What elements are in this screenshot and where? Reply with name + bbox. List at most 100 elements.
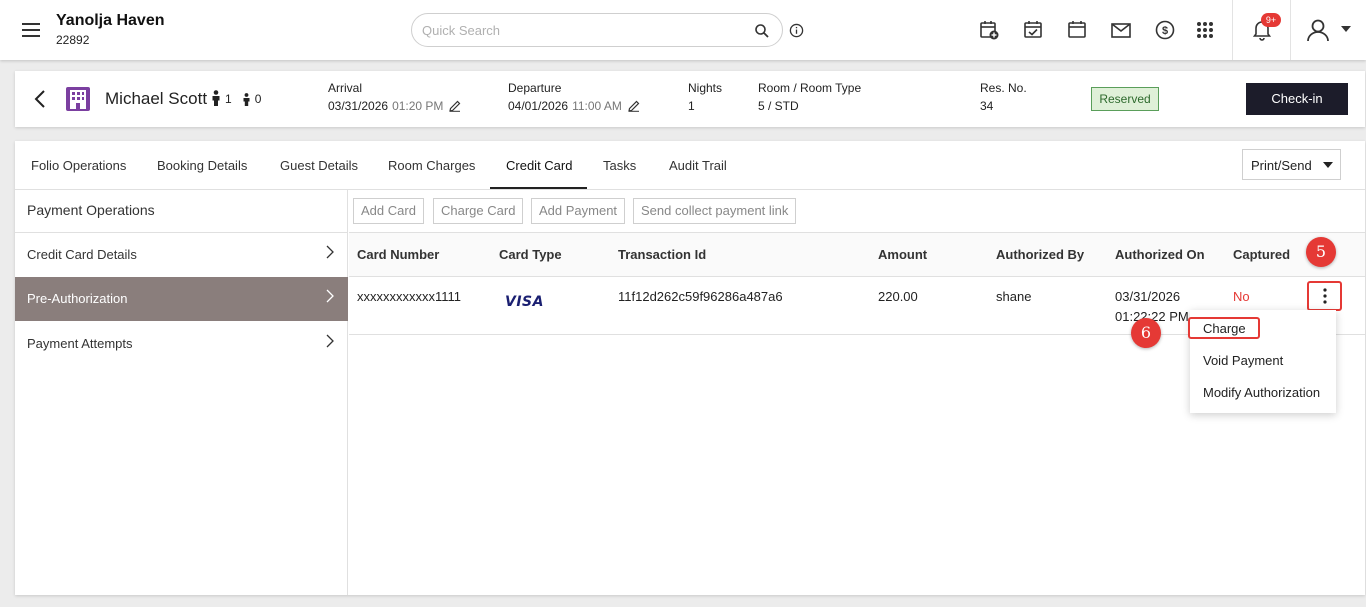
edit-pencil-icon[interactable] xyxy=(628,100,640,112)
sidebar-title: Payment Operations xyxy=(15,190,348,233)
res-no-value: 34 xyxy=(980,99,994,113)
calendar-add-icon[interactable] xyxy=(978,19,1000,41)
hotel-name: Yanolja Haven xyxy=(56,12,165,29)
captured-value: No xyxy=(1233,289,1250,304)
tab-tasks[interactable]: Tasks xyxy=(603,158,636,173)
departure-label: Departure xyxy=(508,81,562,95)
column-header: Transaction Id xyxy=(618,247,707,262)
charge-card-button[interactable]: Charge Card xyxy=(433,198,524,224)
calendar-check-icon[interactable] xyxy=(1022,19,1044,41)
column-header: Card Number xyxy=(357,247,440,262)
menu-item-label: Void Payment xyxy=(1203,353,1284,368)
row-actions-kebab-button[interactable] xyxy=(1307,281,1342,311)
row-actions-menu: Charge Void Payment Modify Authorization xyxy=(1188,310,1336,413)
chevron-right-icon xyxy=(326,245,334,259)
step-marker-6: 6 xyxy=(1131,318,1161,348)
tab-audit-trail[interactable]: Audit Trail xyxy=(669,158,727,173)
sidebar-item-payment-attempts[interactable]: Payment Attempts xyxy=(15,322,348,366)
tab-bar: Folio Operations Booking Details Guest D… xyxy=(15,141,1365,190)
column-header: Captured xyxy=(1233,247,1291,262)
action-bar: Add Card Charge Card Add Payment Send co… xyxy=(349,190,1365,233)
tab-room-charges[interactable]: Room Charges xyxy=(388,158,475,173)
visa-logo: VISA xyxy=(505,294,544,310)
calendar-icon[interactable] xyxy=(1066,19,1088,41)
hotel-id: 22892 xyxy=(56,33,90,47)
table-header: Card Number Card Type Transaction Id Amo… xyxy=(349,233,1365,277)
top-bar: Yanolja Haven 22892 $ 9+ xyxy=(0,0,1366,60)
res-no-field: Res. No. 34 xyxy=(980,81,1027,113)
column-header: Authorized By xyxy=(996,247,1085,262)
reservation-header: Michael Scott 1 0 Arrival 03/31/2026 01:2… xyxy=(15,71,1365,127)
add-card-button[interactable]: Add Card xyxy=(353,198,424,224)
sidebar-item-credit-card-details[interactable]: Credit Card Details xyxy=(15,233,348,277)
search-input[interactable] xyxy=(422,21,742,39)
tab-credit-card[interactable]: Credit Card xyxy=(506,158,572,173)
mail-icon[interactable] xyxy=(1110,19,1132,41)
sidebar-item-label: Credit Card Details xyxy=(27,247,137,262)
guest-name: Michael Scott xyxy=(105,89,208,108)
nights-value: 1 xyxy=(688,99,695,113)
caret-down-icon[interactable] xyxy=(1340,25,1352,33)
back-arrow-icon[interactable] xyxy=(33,89,47,109)
quick-search[interactable] xyxy=(411,13,783,47)
room-field: Room / Room Type 5 / STD xyxy=(758,81,861,113)
arrival-date: 03/31/2026 xyxy=(328,99,389,113)
arrival-label: Arrival xyxy=(328,81,363,95)
divider xyxy=(1290,0,1291,60)
notification-badge: 9+ xyxy=(1261,13,1281,27)
transaction-id: 11f12d262c59f96286a487a6 xyxy=(618,289,783,304)
tab-guest-details[interactable]: Guest Details xyxy=(280,158,358,173)
column-header: Amount xyxy=(878,247,928,262)
sidebar-item-label: Payment Attempts xyxy=(27,336,133,351)
charge-highlight xyxy=(1188,317,1260,339)
payment-operations-sidebar: Payment Operations Credit Card Details P… xyxy=(15,190,348,595)
chevron-right-icon xyxy=(326,334,334,348)
menu-item-label: Modify Authorization xyxy=(1203,385,1321,400)
room-label: Room / Room Type xyxy=(758,81,862,95)
tab-booking-details[interactable]: Booking Details xyxy=(157,158,247,173)
print-send-dropdown[interactable]: Print/Send xyxy=(1242,149,1341,180)
divider xyxy=(1232,0,1233,60)
main-panel: Folio Operations Booking Details Guest D… xyxy=(15,141,1365,595)
column-header: Card Type xyxy=(499,247,562,262)
info-icon[interactable] xyxy=(789,23,804,38)
menu-item-modify-authorization[interactable]: Modify Authorization xyxy=(1190,379,1336,407)
guest-count: 1 0 xyxy=(211,90,265,106)
authorized-by: shane xyxy=(996,289,1032,304)
add-payment-button[interactable]: Add Payment xyxy=(531,198,626,224)
svg-text:$: $ xyxy=(1162,25,1168,37)
building-icon xyxy=(65,86,91,112)
child-icon xyxy=(242,93,251,106)
step-marker-5: 5 xyxy=(1306,237,1336,267)
tab-folio-operations[interactable]: Folio Operations xyxy=(31,158,126,173)
menu-item-void-payment[interactable]: Void Payment xyxy=(1190,347,1336,375)
departure-field: Departure 04/01/2026 11:00 AM xyxy=(508,81,640,113)
sidebar-item-label: Pre-Authorization xyxy=(27,291,128,306)
child-count: 0 xyxy=(254,92,262,106)
arrival-time: 01:20 PM xyxy=(392,99,444,113)
nights-label: Nights xyxy=(688,81,723,95)
column-header: Authorized On xyxy=(1115,247,1205,262)
res-no-label: Res. No. xyxy=(980,81,1027,95)
status-badge: Reserved xyxy=(1091,87,1159,111)
print-send-label: Print/Send xyxy=(1251,158,1312,173)
amount: 220.00 xyxy=(878,289,918,304)
send-collect-payment-link-button[interactable]: Send collect payment link xyxy=(633,198,797,224)
user-icon[interactable] xyxy=(1304,16,1332,44)
active-tab-indicator xyxy=(490,187,587,189)
departure-date: 04/01/2026 xyxy=(508,99,569,113)
search-icon[interactable] xyxy=(754,23,770,39)
caret-down-icon xyxy=(1323,162,1333,168)
edit-pencil-icon[interactable] xyxy=(449,100,461,112)
adult-icon xyxy=(211,90,221,106)
arrival-field: Arrival 03/31/2026 01:20 PM xyxy=(328,81,461,113)
nights-field: Nights 1 xyxy=(688,81,722,113)
departure-time: 11:00 AM xyxy=(572,99,622,113)
apps-grid-icon[interactable] xyxy=(1194,19,1216,41)
dollar-icon[interactable]: $ xyxy=(1154,19,1176,41)
menu-icon[interactable] xyxy=(20,18,44,42)
sidebar-item-pre-authorization[interactable]: Pre-Authorization xyxy=(15,277,348,321)
card-number: xxxxxxxxxxxx1111 xyxy=(357,289,462,304)
authorized-on-date: 03/31/2026 xyxy=(1115,289,1181,304)
check-in-button[interactable]: Check-in xyxy=(1246,83,1348,115)
